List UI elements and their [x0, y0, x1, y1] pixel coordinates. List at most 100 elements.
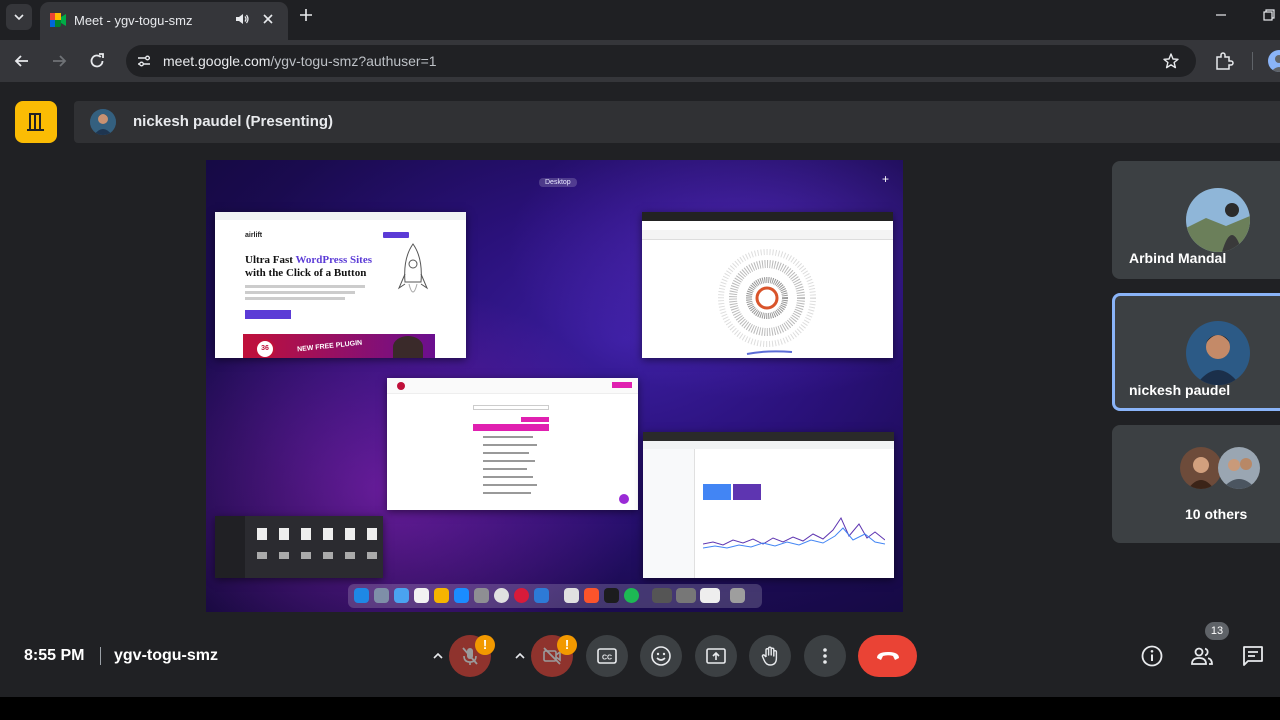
plugin-badge: 36	[255, 339, 275, 358]
shared-window-analytics	[643, 432, 894, 578]
text-line	[245, 297, 345, 300]
back-arrow-icon[interactable]	[11, 50, 33, 72]
chat-bubble	[619, 494, 629, 504]
browser-tab-meet[interactable]: Meet - ygv-togu-smz	[40, 2, 288, 40]
airlift-logo: airlift	[245, 232, 263, 239]
participant-name: Arbind Mandal	[1129, 250, 1227, 266]
sidebar	[643, 449, 695, 578]
leave-call-button[interactable]	[858, 635, 917, 677]
add-desktop-plus-icon: +	[882, 172, 890, 186]
window-titlebar	[215, 212, 466, 220]
svg-text:CC: CC	[602, 655, 612, 662]
more-vert-icon	[823, 648, 827, 664]
participant-avatar	[1186, 188, 1250, 252]
spotify-dock-icon	[624, 588, 639, 603]
minimize-window-icon[interactable]	[1212, 6, 1230, 24]
present-screen-button[interactable]	[695, 635, 737, 677]
site-logo	[397, 382, 405, 390]
smiley-emoji-icon	[651, 646, 671, 666]
opera-dock-icon	[514, 588, 529, 603]
file-icon	[345, 528, 355, 540]
forward-arrow-icon[interactable]	[48, 50, 70, 72]
chevron-up-icon	[433, 652, 443, 659]
participant-tile-others[interactable]: 10 others	[1112, 425, 1280, 543]
shared-window-form	[387, 378, 638, 510]
profile-avatar[interactable]	[1268, 50, 1280, 72]
chrome-dock-icon	[494, 588, 509, 603]
reload-icon[interactable]	[86, 50, 108, 72]
calendar-dock-icon	[414, 588, 429, 603]
presenter-label: nickesh paudel (Presenting)	[133, 113, 334, 130]
finder-dock-icon	[354, 588, 369, 603]
metric-card-blue	[703, 484, 731, 500]
image-thumb	[367, 552, 377, 559]
notes-dock-icon	[434, 588, 449, 603]
chevron-up-icon	[515, 652, 525, 659]
trash-dock-icon	[730, 588, 745, 603]
image-thumb	[301, 552, 311, 559]
close-tab-icon[interactable]	[260, 11, 276, 27]
tab-search-button[interactable]	[6, 4, 32, 30]
app-store-dock-icon	[454, 588, 469, 603]
macos-dock	[348, 584, 762, 608]
airlift-headline-accent: WordPress Sites	[295, 254, 373, 266]
reactions-button[interactable]	[640, 635, 682, 677]
site-info-tune-icon[interactable]	[136, 53, 152, 69]
more-options-button[interactable]	[804, 635, 846, 677]
presenter-avatar	[90, 109, 116, 135]
settings-dock-icon	[474, 588, 489, 603]
raise-hand-button[interactable]	[749, 635, 791, 677]
participant-name: nickesh paudel	[1129, 382, 1231, 398]
form-highlight-row	[473, 424, 549, 431]
participant-avatar	[1180, 447, 1222, 489]
video-options-button[interactable]	[509, 635, 531, 677]
file-icon	[367, 528, 377, 540]
browser-tab-strip: Meet - ygv-togu-smz	[0, 0, 1280, 40]
people-icon[interactable]	[1190, 644, 1214, 668]
list-line	[483, 444, 537, 446]
speaker-audio-icon[interactable]	[234, 11, 250, 27]
new-tab-plus-icon[interactable]	[296, 5, 316, 25]
get-started-pill	[383, 232, 409, 238]
address-bar[interactable]: meet.google.com/ygv-togu-smz?authuser=1	[126, 45, 1196, 77]
image-thumb	[323, 552, 333, 559]
captions-button[interactable]: CC	[586, 635, 628, 677]
restore-window-icon[interactable]	[1260, 6, 1278, 24]
list-line	[483, 492, 531, 494]
airlift-headline: Ultra Fast WordPress Sites	[245, 254, 395, 267]
participant-tile-arbind[interactable]: Arbind Mandal	[1112, 161, 1280, 279]
bookmark-star-icon[interactable]	[1162, 52, 1180, 70]
present-now-icon	[706, 648, 726, 664]
meeting-details-info-icon[interactable]	[1140, 644, 1164, 668]
minimized-window-dock-icon	[676, 588, 696, 603]
mic-warning-badge: !	[475, 635, 495, 655]
list-line	[483, 460, 535, 462]
window-titlebar	[643, 432, 894, 441]
browser-toolbar: meet.google.com/ygv-togu-smz?authuser=1	[0, 40, 1280, 82]
meeting-code: ygv-togu-smz	[114, 647, 218, 664]
time-code-divider	[100, 647, 101, 665]
finder-sidebar	[215, 516, 245, 578]
audio-options-button[interactable]	[427, 635, 449, 677]
list-line	[483, 484, 537, 486]
closed-captions-icon: CC	[597, 648, 617, 664]
url-text: meet.google.com/ygv-togu-smz?authuser=1	[163, 53, 437, 69]
people-count-badge: 13	[1205, 622, 1229, 640]
chat-message-icon[interactable]	[1241, 644, 1265, 668]
meeting-time: 8:55 PM	[24, 647, 85, 664]
google-meet-favicon-icon	[50, 13, 66, 27]
extensions-puzzle-icon[interactable]	[1213, 50, 1235, 72]
participant-tile-nickesh[interactable]: nickesh paudel	[1112, 293, 1280, 411]
new-plugin-banner: 36 NEW FREE PLUGIN	[243, 334, 435, 358]
brave-dock-icon	[584, 588, 599, 603]
hang-up-phone-icon	[876, 652, 899, 660]
image-thumb	[279, 552, 289, 559]
minimized-window-dock-icon	[652, 588, 672, 603]
text-line	[245, 285, 365, 288]
shared-window-radial-chart	[642, 212, 893, 358]
meet-room-button[interactable]	[15, 101, 57, 143]
file-icon	[323, 528, 333, 540]
profile-photo-icon	[1271, 55, 1280, 72]
tab-title: Meet - ygv-togu-smz	[74, 13, 193, 28]
header-pill	[612, 382, 632, 388]
